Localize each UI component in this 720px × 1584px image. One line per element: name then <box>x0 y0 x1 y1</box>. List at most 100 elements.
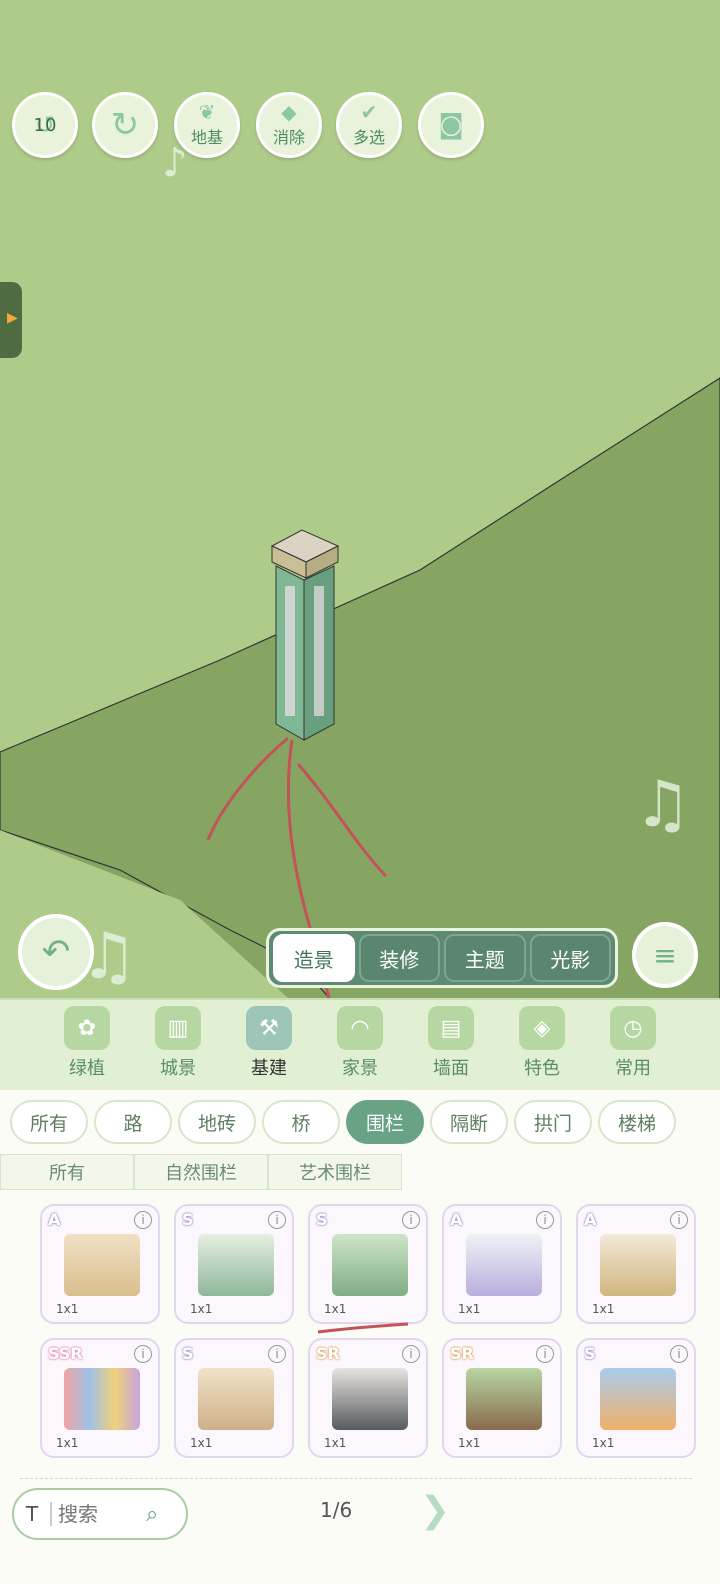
item-card[interactable]: Si 1x1 <box>174 1204 294 1324</box>
category-label: 绿植 <box>69 1058 105 1079</box>
category-greenery[interactable]: ✿ 绿植 <box>42 1000 133 1090</box>
tab-landscape[interactable]: 造景 <box>273 934 355 982</box>
subcat-bridge[interactable]: 桥 <box>262 1100 340 1144</box>
wall-icon: ▤ <box>428 1006 474 1050</box>
subcat-road[interactable]: 路 <box>94 1100 172 1144</box>
item-size: 1x1 <box>458 1436 481 1450</box>
build-panel: ✿ 绿植 ▥ 城景 ⚒ 基建 ◠ 家景 ▤ 墙面 ◈ 特色 ◷ 常用 所有 路 地砖 桥 围栏… <box>0 998 720 1584</box>
next-arrow-icon: ❯ <box>420 1490 451 1531</box>
mode-tabs: 造景 装修 主题 光影 <box>266 928 618 988</box>
fence-thumbnail <box>466 1234 542 1296</box>
fence-thumbnail <box>600 1234 676 1296</box>
category-wall[interactable]: ▤ 墙面 <box>406 1000 497 1090</box>
category-label: 墙面 <box>433 1058 469 1079</box>
divider <box>20 1478 692 1479</box>
undo-button[interactable]: ↺ 10 <box>12 92 78 158</box>
search-icon[interactable]: ⌕ <box>146 1502 158 1527</box>
fence-thumbnail <box>198 1234 274 1296</box>
redo-icon: ↻ <box>110 105 140 145</box>
redo-button[interactable]: ↻ <box>92 92 158 158</box>
fence-type-all[interactable]: 所有 <box>0 1154 134 1190</box>
fence-thumbnail <box>332 1234 408 1296</box>
item-card[interactable]: Ai 1x1 <box>442 1204 562 1324</box>
subcat-fence[interactable]: 围栏 <box>346 1100 424 1144</box>
fence-thumbnail <box>64 1368 140 1430</box>
music-note-icon: ♪ <box>162 140 188 186</box>
undo-count: 10 <box>33 114 57 136</box>
fence-thumbnail <box>332 1368 408 1430</box>
category-label: 城景 <box>160 1058 196 1079</box>
info-icon[interactable]: i <box>268 1211 286 1229</box>
info-icon[interactable]: i <box>134 1211 152 1229</box>
item-size: 1x1 <box>190 1436 213 1450</box>
fence-type-tabs: 所有 自然围栏 艺术围栏 <box>0 1154 402 1190</box>
rarity-badge: S <box>316 1210 328 1229</box>
category-recent[interactable]: ◷ 常用 <box>588 1000 679 1090</box>
crane-icon: ⚒ <box>246 1006 292 1050</box>
plant-icon: ✿ <box>64 1006 110 1050</box>
fence-type-art[interactable]: 艺术围栏 <box>268 1154 402 1190</box>
category-home[interactable]: ◠ 家景 <box>315 1000 406 1090</box>
item-card[interactable]: Si 1x1 <box>576 1338 696 1458</box>
search-bar: T ⌕ <box>12 1488 188 1540</box>
back-button[interactable]: ↶ <box>18 914 94 990</box>
search-input[interactable] <box>58 1502 146 1526</box>
cube-icon: ◈ <box>519 1006 565 1050</box>
category-label: 家景 <box>342 1058 378 1079</box>
fence-type-natural[interactable]: 自然围栏 <box>134 1154 268 1190</box>
font-toggle-button[interactable]: T <box>14 1502 52 1526</box>
info-icon[interactable]: i <box>402 1211 420 1229</box>
tab-lighting[interactable]: 光影 <box>529 934 611 982</box>
category-bar: ✿ 绿植 ▥ 城景 ⚒ 基建 ◠ 家景 ▤ 墙面 ◈ 特色 ◷ 常用 <box>0 998 720 1090</box>
game-scene[interactable]: ↺ 10 ↻ ❦ 地基 ◆ 消除 ✔ 多选 ◙ ▶ ♪ ♫ ♫ ↶ 造景 装修 … <box>0 0 720 1010</box>
back-arrow-icon: ↶ <box>41 932 71 972</box>
lamp-pillar[interactable] <box>270 529 340 741</box>
item-size: 1x1 <box>592 1436 615 1450</box>
dome-icon: ◠ <box>337 1006 383 1050</box>
item-card[interactable]: SR i 1x1 <box>442 1338 562 1458</box>
camera-button[interactable]: ◙ <box>418 92 484 158</box>
subcategory-tabs: 所有 路 地砖 桥 围栏 隔断 拱门 楼梯 <box>10 1100 676 1144</box>
chevron-right-icon: ▶ <box>7 310 18 326</box>
calendar-clock-icon: ◷ <box>610 1006 656 1050</box>
subcat-partition[interactable]: 隔断 <box>430 1100 508 1144</box>
rarity-badge: A <box>584 1210 597 1229</box>
item-card[interactable]: Si 1x1 <box>308 1204 428 1324</box>
menu-button[interactable]: ≡ <box>632 922 698 988</box>
music-note-icon: ♫ <box>634 768 692 842</box>
rarity-badge: A <box>48 1210 61 1229</box>
item-card[interactable]: SR i 1x1 <box>308 1338 428 1458</box>
category-special[interactable]: ◈ 特色 <box>497 1000 588 1090</box>
rarity-badge: S <box>182 1210 194 1229</box>
check-icon: ✔ <box>360 100 378 124</box>
erase-button[interactable]: ◆ 消除 <box>256 92 322 158</box>
info-icon[interactable]: i <box>536 1211 554 1229</box>
subcat-stairs[interactable]: 楼梯 <box>598 1100 676 1144</box>
category-label: 特色 <box>524 1058 560 1079</box>
category-infrastructure[interactable]: ⚒ 基建 <box>224 1000 315 1090</box>
category-cityscape[interactable]: ▥ 城景 <box>133 1000 224 1090</box>
item-card[interactable]: Ai 1x1 <box>576 1204 696 1324</box>
bottom-bar: T ⌕ 1/6 ❯ <box>0 1478 720 1584</box>
info-icon[interactable]: i <box>670 1211 688 1229</box>
next-page-button[interactable]: ❯ <box>420 1490 450 1531</box>
item-card[interactable]: SSR i 1x1 <box>40 1338 160 1458</box>
category-label: 常用 <box>615 1058 651 1079</box>
item-card[interactable]: Si 1x1 <box>174 1338 294 1458</box>
multi-select-button[interactable]: ✔ 多选 <box>336 92 402 158</box>
tab-theme[interactable]: 主题 <box>444 934 526 982</box>
erase-label: 消除 <box>272 128 305 147</box>
item-card[interactable]: Ai 1x1 <box>40 1204 160 1324</box>
side-drawer-tab[interactable]: ▶ <box>0 282 22 358</box>
menu-icon: ≡ <box>653 938 677 972</box>
annotation-stroke <box>317 1322 409 1334</box>
tab-decoration[interactable]: 装修 <box>358 934 440 982</box>
subcat-tile[interactable]: 地砖 <box>178 1100 256 1144</box>
fence-thumbnail <box>466 1368 542 1430</box>
fence-thumbnail <box>198 1368 274 1430</box>
subcat-arch[interactable]: 拱门 <box>514 1100 592 1144</box>
subcat-all[interactable]: 所有 <box>10 1100 88 1144</box>
multi-select-label: 多选 <box>352 128 385 147</box>
camera-icon: ◙ <box>438 110 464 140</box>
item-size: 1x1 <box>324 1436 347 1450</box>
